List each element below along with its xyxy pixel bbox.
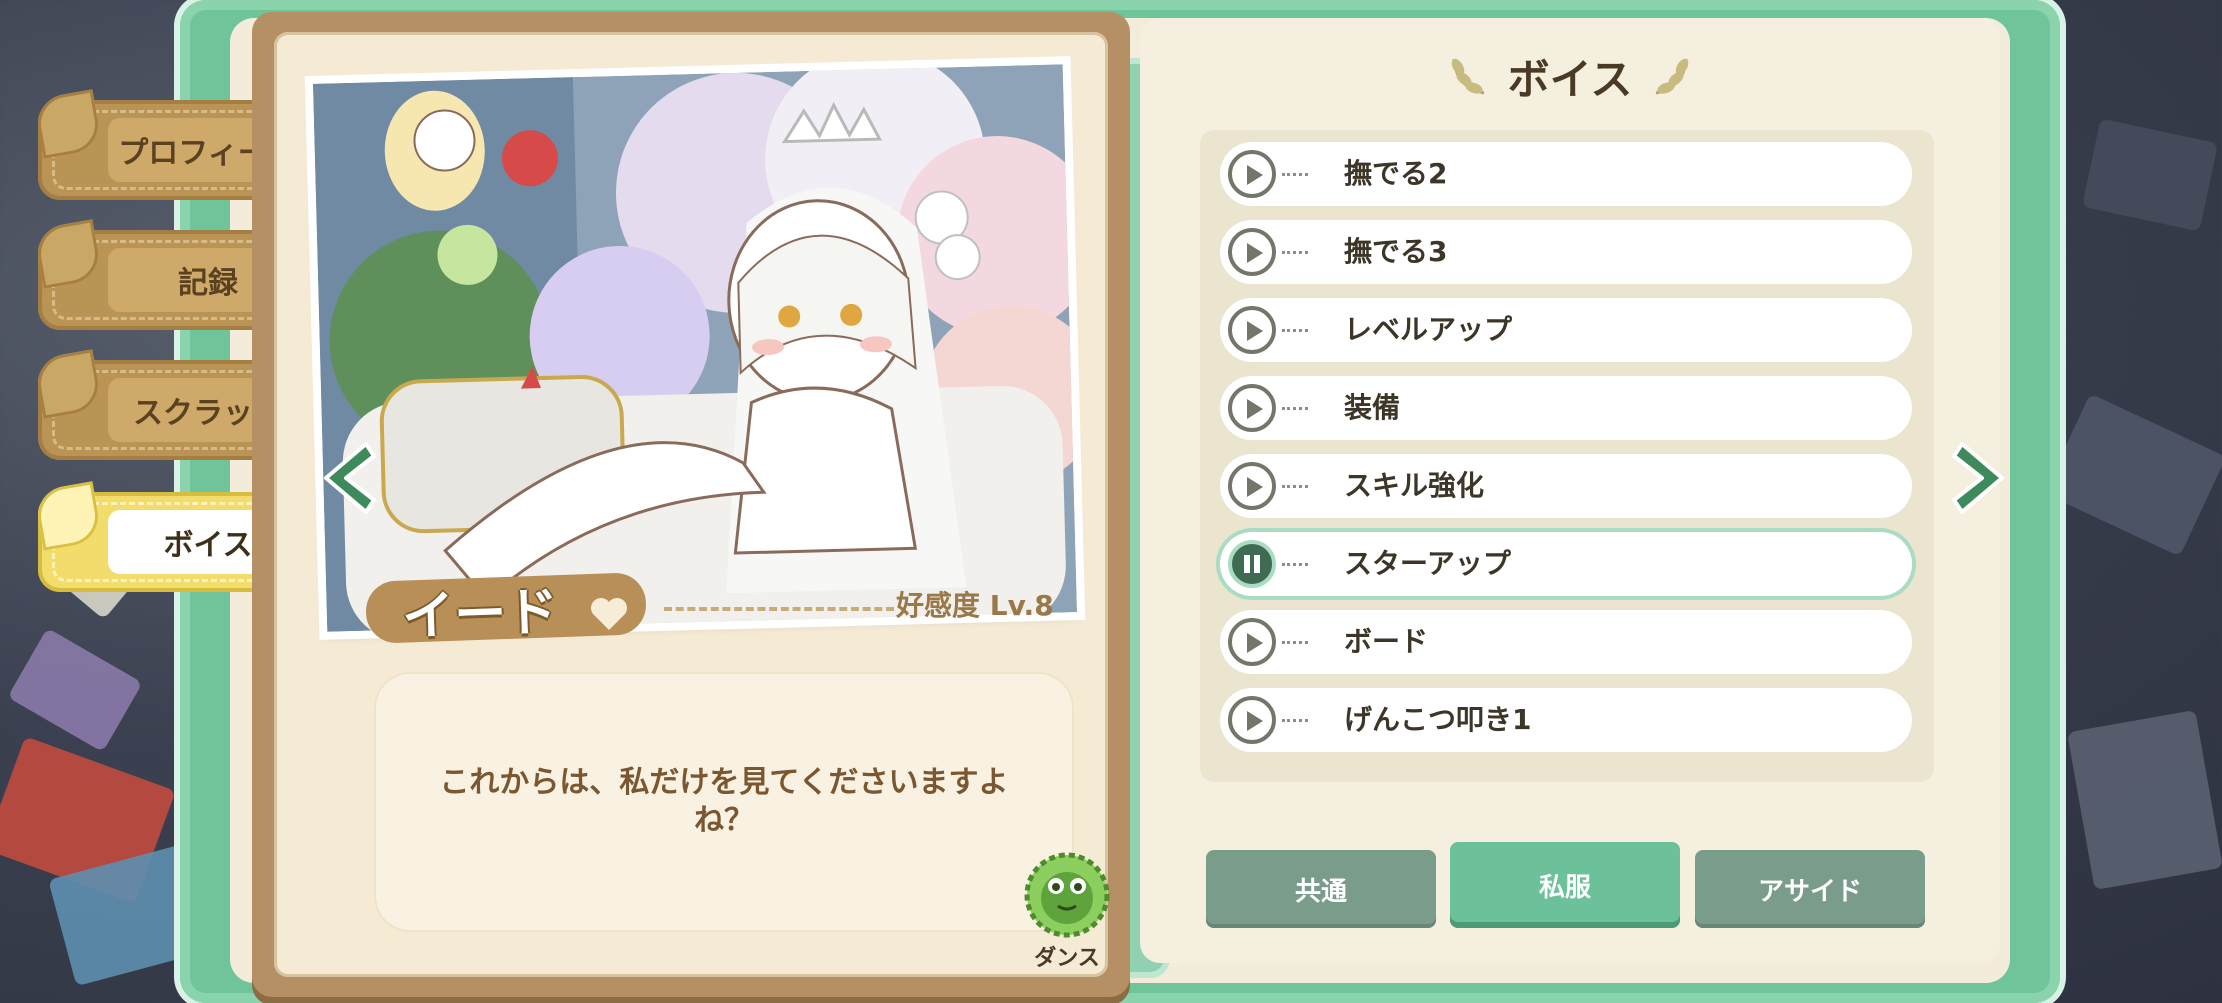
voice-item-label: 撫でる2: [1344, 157, 1448, 190]
heart-icon: [591, 598, 627, 630]
dots: [1282, 719, 1308, 722]
voice-item-label: スキル強化: [1344, 469, 1485, 502]
leaf-icon: [33, 481, 103, 551]
dots: [1282, 329, 1308, 332]
voice-item-label: 装備: [1344, 391, 1401, 424]
affinity-level: 好感度 Lv.8: [896, 589, 1054, 622]
laurel-icon: [1451, 58, 1484, 95]
frog-icon: [1024, 852, 1110, 938]
dots: [1282, 173, 1308, 176]
divider: [664, 607, 894, 611]
dots: [1282, 563, 1308, 566]
voice-item[interactable]: 撫でる3: [1220, 220, 1912, 284]
voice-item-label: ボード: [1344, 625, 1429, 658]
voice-title-text: ボイス: [1507, 54, 1633, 104]
voice-item-label: 撫でる3: [1344, 235, 1448, 268]
play-icon[interactable]: [1228, 306, 1276, 354]
leaf-icon: [33, 349, 103, 419]
dance-label: ダンス: [1034, 946, 1100, 971]
dance-button[interactable]: ダンス: [1022, 850, 1112, 971]
voice-item[interactable]: レベルアップ: [1220, 298, 1912, 362]
play-icon[interactable]: [1228, 618, 1276, 666]
character-name: イード: [401, 581, 560, 648]
leaf-icon: [33, 89, 103, 159]
dots: [1282, 641, 1308, 644]
voice-item[interactable]: ボード: [1220, 610, 1912, 674]
category-common-button[interactable]: 共通: [1206, 850, 1436, 928]
character-portrait: [312, 64, 1078, 632]
character-quote: これからは、私だけを見てくださいますよね？: [374, 672, 1074, 932]
character-card: イード 好感度 Lv.8 これからは、私だけを見てくださいますよね？ ダンス: [252, 12, 1130, 997]
voice-item[interactable]: 撫でる2: [1220, 142, 1912, 206]
play-icon[interactable]: [1228, 696, 1276, 744]
category-casual-button[interactable]: 私服: [1450, 842, 1680, 928]
chevron-left-icon[interactable]: [316, 438, 380, 518]
dots: [1282, 251, 1308, 254]
laurel-icon: [1656, 58, 1689, 95]
voice-title: ボイス: [1420, 46, 1720, 106]
play-icon[interactable]: [1228, 462, 1276, 510]
play-icon[interactable]: [1228, 150, 1276, 198]
voice-item[interactable]: げんこつ叩き1: [1220, 688, 1912, 752]
chevron-right-icon[interactable]: [1948, 438, 2012, 518]
dots: [1282, 485, 1308, 488]
card-inner: イード 好感度 Lv.8 これからは、私だけを見てくださいますよね？ ダンス: [274, 32, 1110, 977]
voice-item[interactable]: スキル強化: [1220, 454, 1912, 518]
play-icon[interactable]: [1228, 384, 1276, 432]
leaf-icon: [33, 219, 103, 289]
play-icon[interactable]: [1228, 228, 1276, 276]
voice-item-label: レベルアップ: [1344, 313, 1513, 346]
voice-item-label: スターアップ: [1344, 547, 1511, 580]
dots: [1282, 407, 1308, 410]
category-aside-button[interactable]: アサイド: [1695, 850, 1925, 928]
voice-item-label: げんこつ叩き1: [1344, 703, 1532, 736]
voice-item[interactable]: 装備: [1220, 376, 1912, 440]
pause-icon[interactable]: [1228, 540, 1276, 588]
voice-item-playing[interactable]: スターアップ: [1220, 532, 1912, 596]
